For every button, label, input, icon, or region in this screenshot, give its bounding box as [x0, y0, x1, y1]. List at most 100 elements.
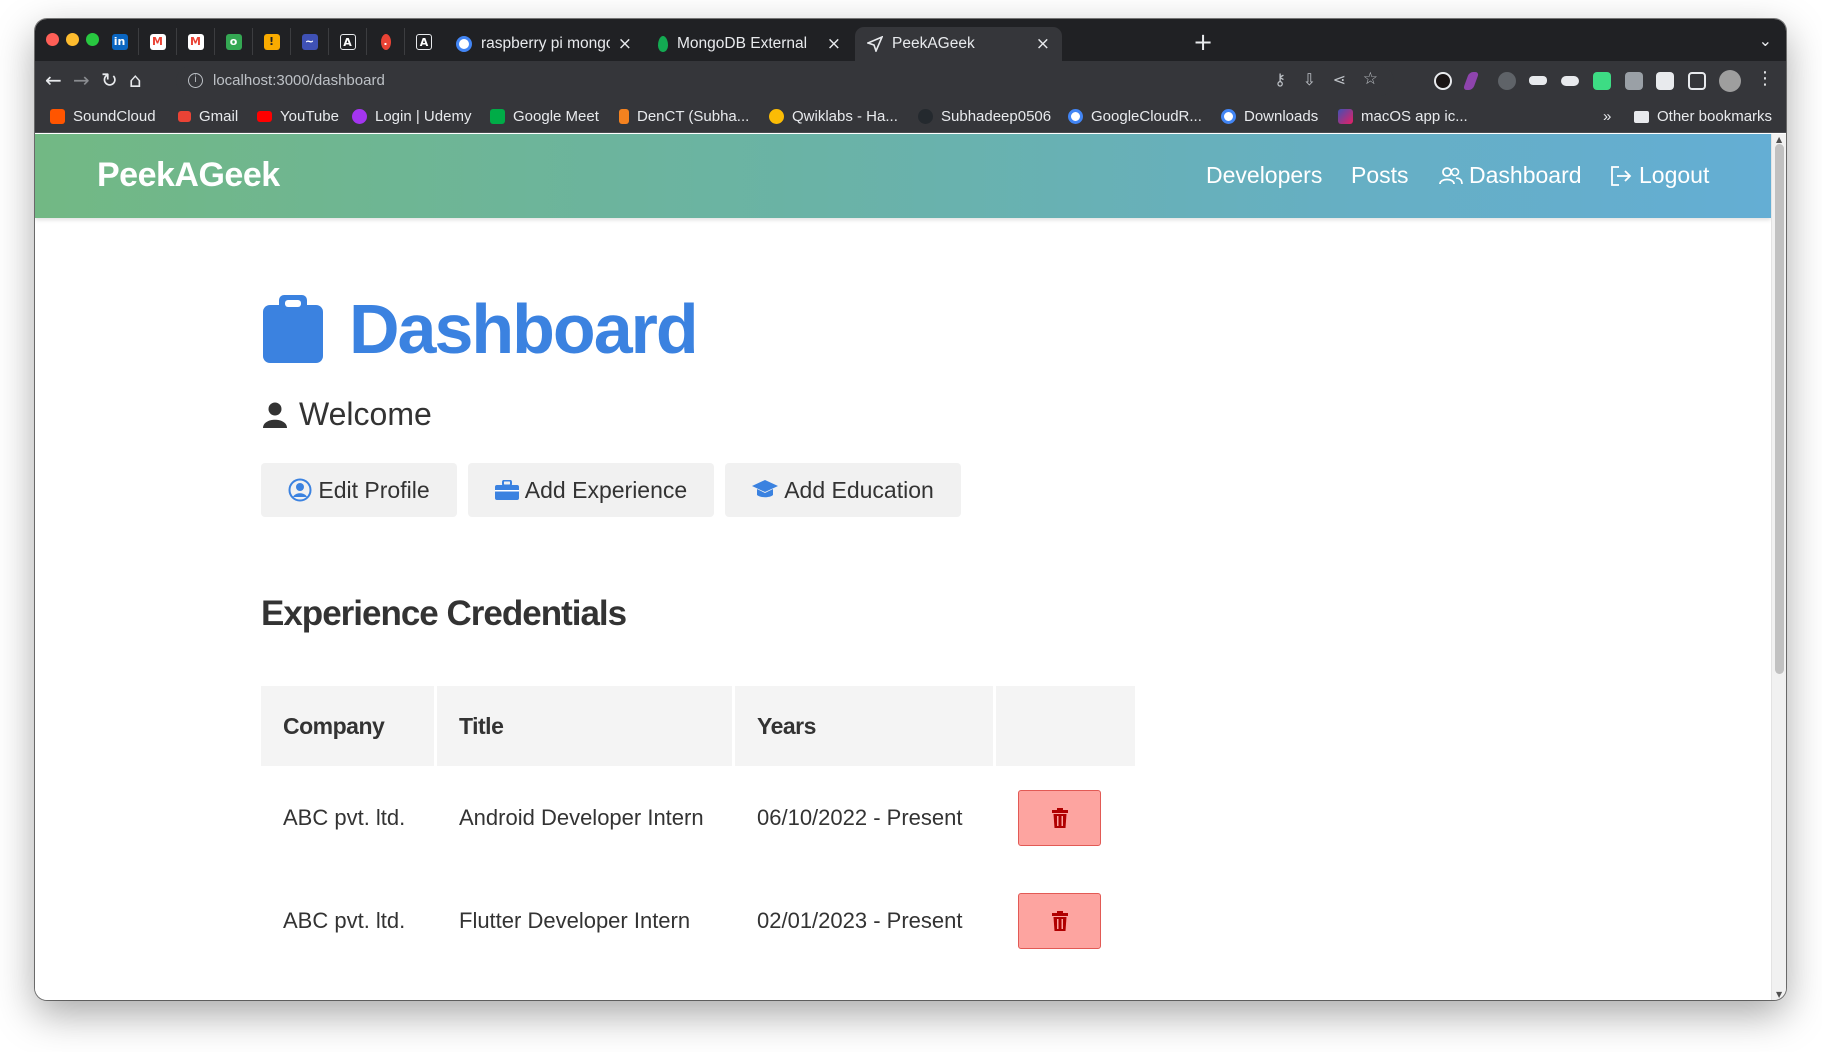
tab-peekageek[interactable]: PeekAGeek × [855, 27, 1062, 61]
nav-posts[interactable]: Posts [1351, 162, 1409, 189]
reload-icon[interactable]: ↻ [101, 68, 118, 92]
new-tab-button[interactable]: + [1193, 28, 1213, 56]
actions-cell [996, 766, 1135, 869]
bookmark-udemy[interactable]: Login | Udemy [352, 108, 471, 125]
android-icon[interactable] [1593, 72, 1611, 90]
install-icon[interactable]: ⇩ [1303, 70, 1316, 89]
gmail-icon: M [187, 33, 204, 50]
camera-icon[interactable] [1625, 72, 1643, 90]
experience-heading: Experience Credentials [261, 594, 627, 633]
delete-button[interactable] [1018, 892, 1101, 949]
bookmark-denct[interactable]: DenCT (Subha... [619, 108, 749, 125]
other-bookmarks[interactable]: Other bookmarks [1634, 108, 1772, 125]
bookmark-github[interactable]: Subhadeep0506 [918, 108, 1051, 125]
bookmark-soundcloud[interactable]: SoundCloud [50, 108, 156, 125]
column-title: Title [437, 686, 732, 766]
bookmark-gmail[interactable]: Gmail [178, 108, 238, 125]
linkedin-icon: in [111, 33, 128, 50]
avatar[interactable] [1719, 70, 1741, 92]
extension-icon[interactable] [1498, 72, 1516, 90]
google-icon [456, 36, 472, 52]
page-content: PeekAGeek Developers Posts Dashboard Log… [35, 134, 1771, 1000]
close-tab-icon[interactable]: × [618, 34, 632, 54]
cloud-icon [769, 109, 784, 124]
share-icon[interactable]: ⋖ [1333, 70, 1346, 89]
key-icon[interactable]: ⚷ [1274, 70, 1286, 89]
bookmark-google-meet[interactable]: Google Meet [490, 108, 599, 125]
menu-icon[interactable]: ⋮ [1756, 68, 1774, 89]
trash-icon [1051, 910, 1068, 931]
tab-strip: in M M o ! ~ A . A raspberry pi mongodb … [35, 19, 1786, 61]
close-tab-icon[interactable]: × [1036, 34, 1050, 54]
bookmarks-overflow[interactable]: » [1603, 108, 1611, 125]
feather-icon[interactable] [1462, 72, 1480, 90]
bookmark-googlecloud[interactable]: GoogleCloudR... [1068, 108, 1202, 125]
back-icon[interactable]: ← [45, 68, 62, 92]
url-text: localhost:3000/dashboard [213, 72, 385, 89]
pinned-tab[interactable]: o [215, 28, 253, 55]
tab-title: raspberry pi mongodb on [481, 35, 610, 52]
dashboard-heading: Dashboard [349, 290, 699, 368]
bookmark-qwiklabs[interactable]: Qwiklabs - Ha... [769, 108, 898, 125]
trash-icon [1051, 807, 1068, 828]
user-icon [263, 402, 287, 428]
pinned-tab[interactable]: M [177, 28, 215, 55]
home-icon[interactable]: ⌂ [129, 68, 142, 92]
side-panel-icon[interactable] [1688, 72, 1706, 90]
send-icon [867, 36, 883, 52]
clipboard-icon [263, 295, 323, 363]
maximize-window-button[interactable] [86, 33, 99, 46]
column-company: Company [261, 686, 434, 766]
puzzle-icon[interactable] [1656, 72, 1674, 90]
key-icon: ! [263, 33, 280, 50]
app-icon [619, 109, 629, 124]
scroll-down-icon[interactable]: ▼ [1776, 990, 1782, 999]
brand-logo[interactable]: PeekAGeek [97, 156, 280, 195]
pinned-tab[interactable]: M [139, 28, 177, 55]
tab-mongodb[interactable]: MongoDB External × [646, 27, 853, 61]
delete-button[interactable] [1018, 789, 1101, 846]
nav-developers[interactable]: Developers [1206, 162, 1322, 189]
pinned-tab[interactable]: ! [253, 28, 291, 55]
tab-search-icon[interactable]: ⌄ [1759, 31, 1772, 50]
browser-window: in M M o ! ~ A . A raspberry pi mongodb … [35, 19, 1786, 1000]
tab-raspberry[interactable]: raspberry pi mongodb on × [444, 27, 644, 61]
medium-icon[interactable] [1561, 76, 1579, 86]
site-info-icon[interactable]: i [188, 73, 203, 88]
app-icon: o [225, 33, 242, 50]
address-bar[interactable]: i localhost:3000/dashboard ⚷ ⇩ ⋖ ☆ [176, 66, 1394, 96]
add-experience-button[interactable]: Add Experience [468, 463, 714, 517]
scroll-up-icon[interactable]: ▲ [1776, 135, 1782, 144]
soundcloud-icon [50, 109, 65, 124]
add-education-button[interactable]: Add Education [725, 463, 961, 517]
pinned-tab[interactable]: . [367, 28, 405, 55]
app-icon: . [380, 33, 391, 50]
google-icon [1068, 109, 1083, 124]
page-scrollbar[interactable]: ▲ ▼ [1771, 134, 1786, 1000]
graduation-cap-icon [752, 480, 779, 498]
bookmark-youtube[interactable]: YouTube [257, 108, 339, 125]
pinned-tab[interactable]: A [329, 28, 367, 55]
years-cell: 06/10/2022 - Present [757, 804, 963, 830]
gmail-icon: M [149, 33, 166, 50]
spotify-icon[interactable] [1434, 72, 1452, 90]
bookmark-macos[interactable]: macOS app ic... [1338, 108, 1468, 125]
close-window-button[interactable] [46, 33, 59, 46]
scrollbar-thumb[interactable] [1775, 144, 1784, 674]
bookmark-star-icon[interactable]: ☆ [1363, 69, 1378, 89]
minimize-window-button[interactable] [66, 33, 79, 46]
mongodb-icon [658, 36, 668, 52]
browser-toolbar: ← → ↻ ⌂ i localhost:3000/dashboard ⚷ ⇩ ⋖… [35, 61, 1786, 101]
close-tab-icon[interactable]: × [827, 34, 841, 54]
company-cell: ABC pvt. ltd. [283, 907, 406, 933]
nav-dashboard[interactable]: Dashboard [1439, 162, 1582, 189]
folder-icon [1634, 110, 1649, 123]
pinned-tab[interactable]: A [405, 28, 443, 55]
pinned-tab[interactable]: ~ [291, 28, 329, 55]
bookmark-downloads[interactable]: Downloads [1221, 108, 1318, 125]
edit-profile-button[interactable]: Edit Profile [261, 463, 457, 517]
glasses-icon[interactable] [1529, 76, 1547, 85]
nav-logout[interactable]: Logout [1609, 162, 1709, 189]
pinned-tab[interactable]: in [101, 28, 139, 55]
forward-icon[interactable]: → [73, 68, 90, 92]
